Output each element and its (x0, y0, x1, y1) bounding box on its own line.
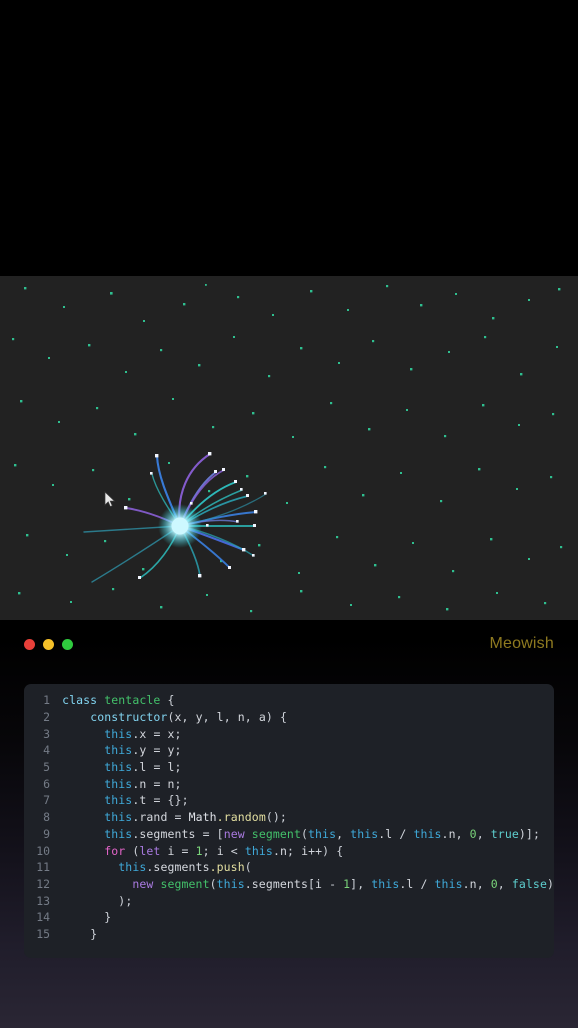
code-line-text: this.l = l; (104, 760, 182, 775)
minimize-button[interactable] (43, 638, 54, 650)
line-number: 7 (43, 793, 51, 808)
code-line: 6 this.n = n; (24, 775, 554, 792)
code-line: 2 constructor(x, y, l, n, a) { (24, 709, 554, 726)
app-title: Meowish (489, 635, 554, 652)
window-titlebar: Meowish (0, 620, 578, 668)
code-line: 7 this.t = {}; (24, 792, 554, 809)
code-line-text: this.rand = Math.random(); (104, 810, 287, 825)
line-number: 6 (43, 776, 51, 791)
line-number: 2 (43, 710, 51, 725)
line-number: 8 (43, 810, 51, 825)
code-block[interactable]: 1 class tentacle {2 constructor(x, y, l, … (24, 684, 554, 958)
code-line-text: new segment(this.segments[i - 1], this.l… (132, 876, 554, 891)
line-number: 15 (36, 926, 51, 941)
code-line: 15 } (24, 926, 554, 943)
code-line: 8 this.rand = Math.random(); (24, 809, 554, 826)
code-lines-table: 1 class tentacle {2 constructor(x, y, l, … (24, 692, 554, 942)
line-number: 4 (43, 743, 51, 758)
line-number: 10 (36, 843, 51, 858)
line-number: 5 (43, 760, 51, 775)
page-root: Meowish 1 class tentacle {2 constructor(x… (0, 0, 578, 1028)
code-line: 13 ); (24, 892, 554, 909)
code-line: 5 this.l = l; (24, 759, 554, 776)
code-line-text: ); (118, 893, 133, 908)
code-line-text: this.segments = [new segment(this, this.… (104, 826, 540, 841)
code-line-text: this.t = {}; (104, 793, 189, 808)
line-number: 9 (43, 826, 51, 841)
code-line: 1 class tentacle { (24, 692, 554, 709)
line-number: 14 (36, 910, 51, 925)
traffic-lights (24, 638, 73, 650)
line-number: 3 (43, 726, 51, 741)
code-line-text: constructor(x, y, l, n, a) { (90, 710, 287, 725)
code-line: 11 this.segments.push( (24, 859, 554, 876)
close-button[interactable] (24, 638, 35, 650)
code-line: 14 } (24, 909, 554, 926)
code-line-text: this.x = x; (104, 726, 182, 741)
code-line-text: for (let i = 1; i < this.n; i++) { (104, 843, 344, 858)
code-line: 3 this.x = x; (24, 725, 554, 742)
line-number: 13 (36, 893, 51, 908)
code-line: 4 this.y = y; (24, 742, 554, 759)
code-line: 12 new segment(this.segments[i - 1], thi… (24, 876, 554, 893)
code-line: 9 this.segments = [new segment(this, thi… (24, 826, 554, 843)
code-line-text: class tentacle { (62, 693, 175, 708)
code-line: 10 for (let i = 1; i < this.n; i++) { (24, 842, 554, 859)
code-line-text: this.segments.push( (118, 860, 252, 875)
line-number: 11 (36, 860, 51, 875)
line-number: 12 (36, 876, 51, 891)
top-black-band (0, 0, 578, 276)
tentacle-animation-canvas[interactable] (0, 276, 578, 620)
maximize-button[interactable] (62, 638, 73, 650)
code-line-text: } (90, 926, 98, 941)
code-line-text: } (104, 910, 112, 925)
code-editor-panel: Meowish 1 class tentacle {2 constructor(x… (0, 620, 578, 960)
code-line-text: this.n = n; (104, 776, 182, 791)
line-number: 1 (43, 693, 51, 708)
code-line-text: this.y = y; (104, 743, 182, 758)
